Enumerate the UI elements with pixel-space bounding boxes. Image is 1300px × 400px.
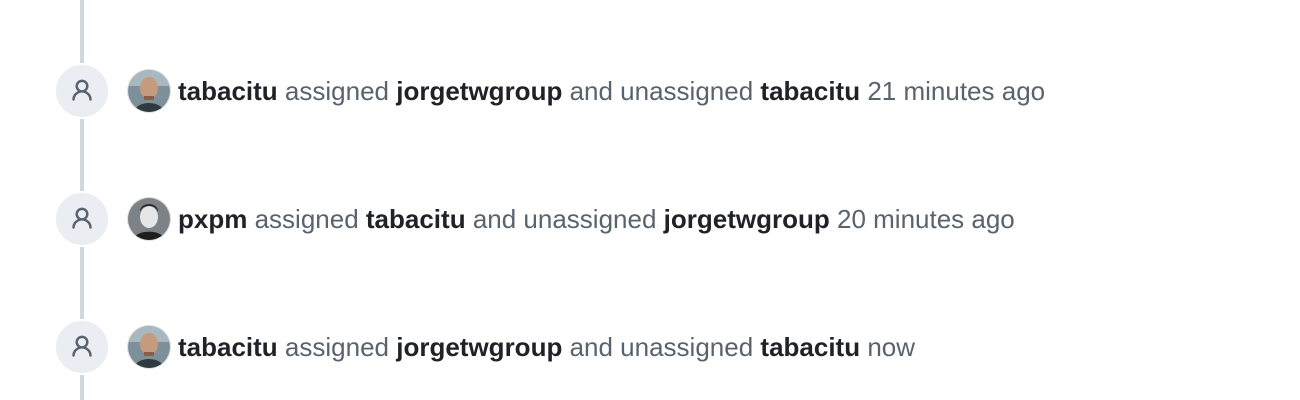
- timeline-event: tabacitu assigned jorgetwgroup and unass…: [54, 63, 1045, 119]
- unassigned-verb: and unassigned: [472, 204, 657, 234]
- person-icon: [54, 191, 110, 247]
- assignee-link[interactable]: jorgetwgroup: [396, 76, 562, 106]
- assignee-link[interactable]: jorgetwgroup: [396, 332, 562, 362]
- unassignee-link[interactable]: jorgetwgroup: [664, 204, 830, 234]
- avatar[interactable]: [128, 70, 170, 112]
- actor-link[interactable]: tabacitu: [178, 76, 278, 106]
- event-description: pxpm assigned tabacitu and unassigned jo…: [178, 202, 1015, 236]
- assignee-link[interactable]: tabacitu: [366, 204, 466, 234]
- unassigned-verb: and unassigned: [569, 76, 754, 106]
- unassignee-link[interactable]: tabacitu: [760, 332, 860, 362]
- assigned-verb: assigned: [254, 204, 359, 234]
- unassigned-verb: and unassigned: [569, 332, 754, 362]
- avatar[interactable]: [128, 326, 170, 368]
- person-icon: [54, 63, 110, 119]
- actor-link[interactable]: pxpm: [178, 204, 247, 234]
- person-icon: [54, 319, 110, 375]
- avatar[interactable]: [128, 198, 170, 240]
- event-description: tabacitu assigned jorgetwgroup and unass…: [178, 74, 1045, 108]
- assigned-verb: assigned: [284, 76, 389, 106]
- assigned-verb: assigned: [284, 332, 389, 362]
- event-timestamp[interactable]: 21 minutes ago: [867, 76, 1045, 106]
- timeline-event: pxpm assigned tabacitu and unassigned jo…: [54, 191, 1015, 247]
- event-description: tabacitu assigned jorgetwgroup and unass…: [178, 330, 915, 364]
- unassignee-link[interactable]: tabacitu: [760, 76, 860, 106]
- timeline: tabacitu assigned jorgetwgroup and unass…: [0, 0, 1300, 400]
- event-timestamp[interactable]: now: [867, 332, 915, 362]
- event-timestamp[interactable]: 20 minutes ago: [837, 204, 1015, 234]
- timeline-event: tabacitu assigned jorgetwgroup and unass…: [54, 319, 915, 375]
- actor-link[interactable]: tabacitu: [178, 332, 278, 362]
